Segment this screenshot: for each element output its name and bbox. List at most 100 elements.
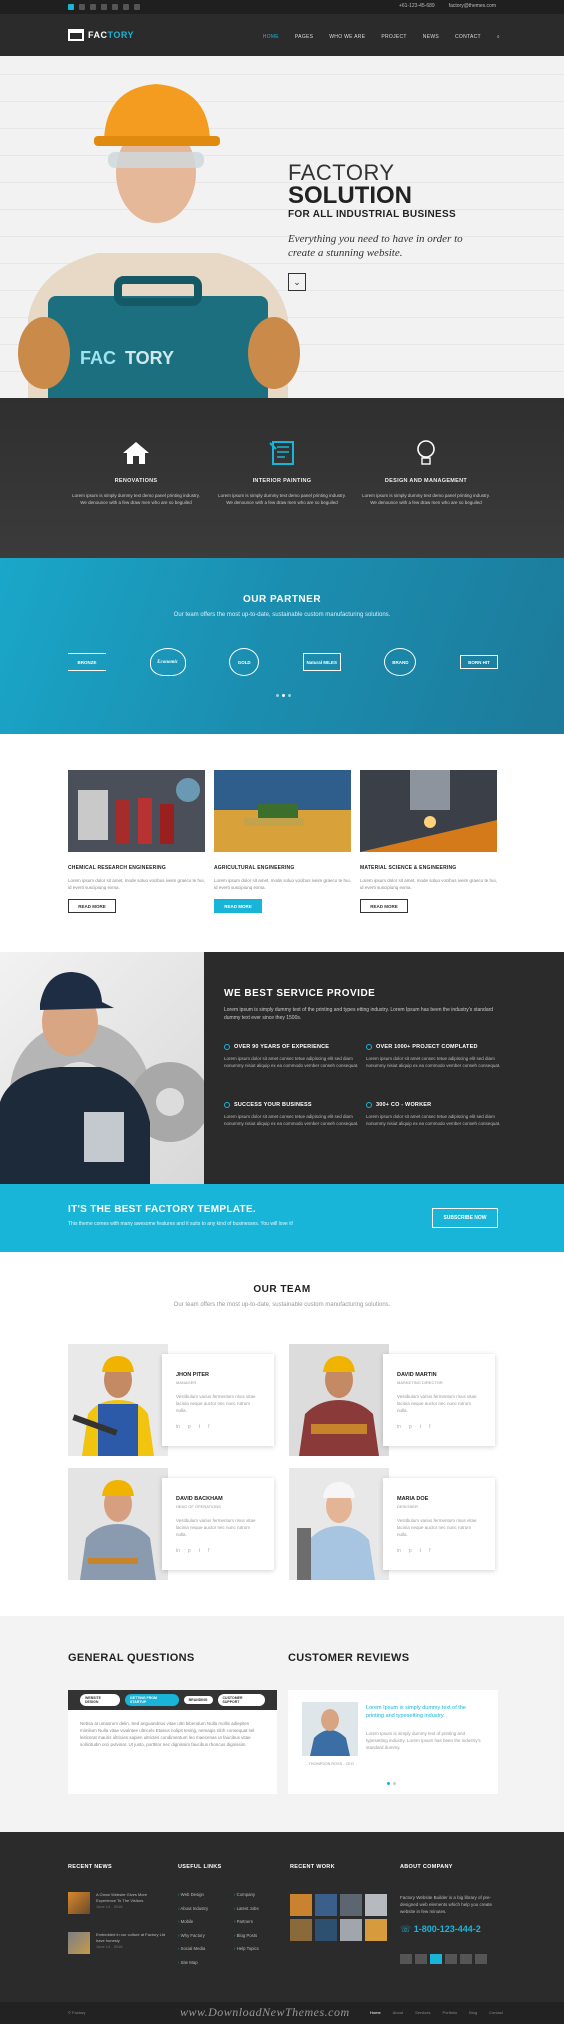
carousel-dot[interactable] [288, 694, 291, 697]
twitter-icon[interactable]: t [199, 1548, 200, 1554]
work-thumbnail[interactable] [315, 1894, 337, 1916]
linkedin-icon[interactable] [68, 4, 74, 10]
menu-pages[interactable]: PAGES [295, 34, 313, 40]
facebook-icon[interactable]: f [429, 1548, 430, 1554]
card-desc: Lorem ipsum dolor sit amet, mode soluo v… [360, 878, 497, 890]
partner-subtitle: Our team offers the most up-to-date, sus… [173, 612, 391, 618]
work-thumbnail[interactable] [290, 1919, 312, 1941]
linkedin-icon[interactable]: in [176, 1424, 180, 1430]
youtube-icon[interactable] [460, 1954, 472, 1964]
tab-getting-startup[interactable]: GETTING FROM STARTUP [125, 1694, 179, 1706]
search-icon[interactable]: ⌕ [497, 34, 500, 40]
logo[interactable]: FACTORY [68, 29, 134, 41]
review-text: Lorem Ipsum is simply dummy text of prin… [366, 1731, 481, 1750]
main-menu: HOME PAGES WHO WE ARE PROJECT NEWS CONTA… [263, 34, 500, 40]
facebook-icon[interactable] [430, 1954, 442, 1964]
tab-branding[interactable]: BRANDING [183, 1696, 213, 1704]
carousel-dot-active[interactable] [387, 1782, 390, 1785]
footer-link[interactable]: Why Factory [178, 1929, 208, 1943]
faq-tabs: WEBSITE DESIGN GETTING FROM STARTUP BRAN… [68, 1690, 277, 1710]
partner-logo[interactable]: BORN HIT [459, 655, 498, 669]
footer: RECENT NEWS USEFUL LINKS RECENT WORK ABO… [0, 1832, 564, 2002]
facebook-icon[interactable] [101, 4, 107, 10]
menu-home[interactable]: HOME [263, 34, 279, 40]
card-desc: Lorem ipsum dolor sit amet, mode soluo v… [68, 878, 205, 890]
work-thumbnail[interactable] [340, 1919, 362, 1941]
news-item[interactable]: A Clean Website Gives More Experience To… [68, 1892, 168, 1914]
partner-logo[interactable]: Economic [149, 648, 186, 676]
footer-link[interactable]: Partners [234, 1915, 259, 1929]
work-thumbnail[interactable] [365, 1894, 387, 1916]
twitter-icon[interactable] [79, 4, 85, 10]
instagram-icon[interactable] [112, 4, 118, 10]
work-thumbnail[interactable] [365, 1919, 387, 1941]
bottom-link-services[interactable]: Services [415, 2010, 430, 2015]
footer-link[interactable]: Site Map [178, 1956, 208, 1970]
linkedin-icon[interactable]: in [397, 1424, 401, 1430]
pinterest-icon[interactable]: p [188, 1548, 191, 1554]
linkedin-icon[interactable]: in [397, 1548, 401, 1554]
pinterest-icon[interactable]: p [409, 1548, 412, 1554]
chevron-down-icon[interactable]: ⌄ [288, 273, 306, 291]
feature-desc: Lorem ipsum dolor sit amet consec tetue … [366, 1114, 501, 1126]
footer-link[interactable]: Mobile [178, 1915, 208, 1929]
footer-link[interactable]: Blog Posts [234, 1929, 259, 1943]
work-thumbnail[interactable] [315, 1919, 337, 1941]
menu-news[interactable]: NEWS [423, 34, 439, 40]
footer-link[interactable]: Web Design [178, 1888, 208, 1902]
useful-links-2: Company Latest Jobs Partners Blog Posts … [234, 1888, 259, 1956]
instagram-icon[interactable] [475, 1954, 487, 1964]
subscribe-button[interactable]: SUBSCRIBE NOW [432, 1208, 498, 1228]
partner-logo[interactable]: BRONZE [68, 653, 106, 671]
partner-logo[interactable]: BRAND [384, 648, 417, 676]
read-more-button[interactable]: READ MORE [360, 899, 408, 913]
work-thumbnail[interactable] [340, 1894, 362, 1916]
about-company-text: Factory Website Builder is a big library… [400, 1895, 493, 1914]
menu-project[interactable]: PROJECT [381, 34, 406, 40]
twitter-icon[interactable] [400, 1954, 412, 1964]
footer-phone[interactable]: 1-800-123-444-2 [414, 1924, 481, 1934]
footer-link[interactable]: Social Media [178, 1942, 208, 1956]
pinterest-icon[interactable]: p [409, 1424, 412, 1430]
bottom-link-blog[interactable]: Blog [469, 2010, 477, 2015]
linkedin-icon[interactable] [445, 1954, 457, 1964]
bottom-link-contact[interactable]: Contact [489, 2010, 503, 2015]
google-plus-icon[interactable] [90, 4, 96, 10]
footer-link[interactable]: Company [234, 1888, 259, 1902]
logo-text-b: TORY [107, 30, 135, 40]
menu-contact[interactable]: CONTACT [455, 34, 481, 40]
skype-icon[interactable] [123, 4, 129, 10]
twitter-icon[interactable]: t [420, 1548, 421, 1554]
member-info: MARIA DOE DESIGNER Vestibulum varius fer… [383, 1478, 495, 1570]
member-social: in p t f [397, 1548, 481, 1554]
email-link[interactable]: factory@themes.com [449, 3, 496, 9]
carousel-dot-active[interactable] [282, 694, 285, 697]
twitter-icon[interactable]: t [199, 1424, 200, 1430]
read-more-button[interactable]: READ MORE [68, 899, 116, 913]
carousel-dot[interactable] [276, 694, 279, 697]
feature-desc: Lorem ipsum dolor sit amet consec tetue … [224, 1056, 359, 1068]
tab-website-design[interactable]: WEBSITE DESIGN [80, 1694, 121, 1706]
facebook-icon[interactable]: f [208, 1548, 209, 1554]
partner-logo[interactable]: GOLD [229, 648, 260, 676]
tab-customer-support[interactable]: CUSTOMER SUPPORT [217, 1694, 265, 1706]
footer-link[interactable]: About Industry [178, 1902, 208, 1916]
twitter-icon[interactable]: t [420, 1424, 421, 1430]
work-thumbnail[interactable] [290, 1894, 312, 1916]
carousel-dot[interactable] [393, 1782, 396, 1785]
pinterest-icon[interactable]: p [188, 1424, 191, 1430]
linkedin-icon[interactable]: in [176, 1548, 180, 1554]
bottom-link-portfolio[interactable]: Portfolio [442, 2010, 457, 2015]
read-more-button[interactable]: READ MORE [214, 899, 262, 913]
menu-who-we-are[interactable]: WHO WE ARE [329, 34, 365, 40]
facebook-icon[interactable]: f [208, 1424, 209, 1430]
facebook-icon[interactable]: f [429, 1424, 430, 1430]
bottom-link-about[interactable]: About [393, 2010, 403, 2015]
partner-logo[interactable]: Natural MILES [302, 653, 341, 671]
dribbble-icon[interactable] [134, 4, 140, 10]
google-plus-icon[interactable] [415, 1954, 427, 1964]
footer-link[interactable]: Help Topics [234, 1942, 259, 1956]
bottom-link-home[interactable]: Home [370, 2010, 381, 2015]
footer-link[interactable]: Latest Jobs [234, 1902, 259, 1916]
news-item[interactable]: Embedded in our culture at Factory Ltd h… [68, 1932, 168, 1954]
